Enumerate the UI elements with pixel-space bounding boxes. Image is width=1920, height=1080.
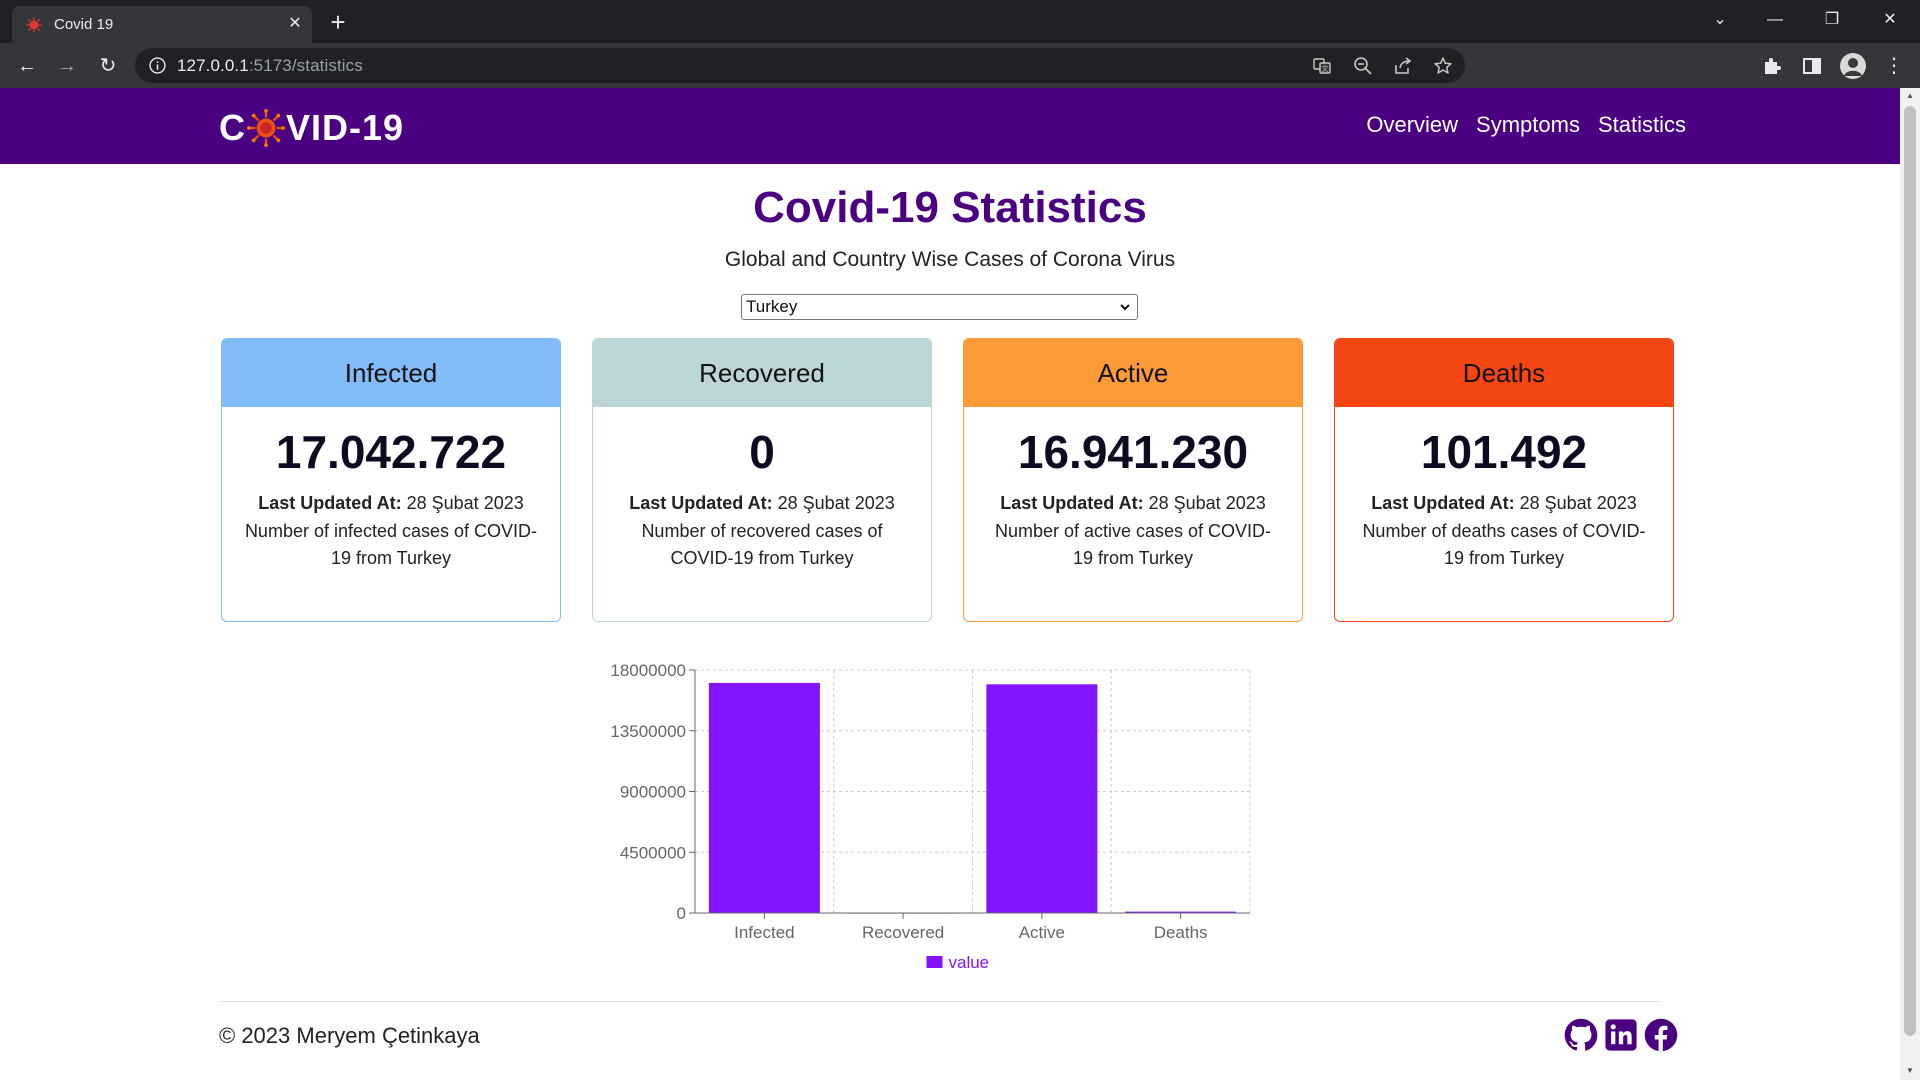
close-window-button[interactable]: ✕ [1870,6,1910,34]
site-info-icon[interactable] [149,57,166,74]
card-description: Number of active cases of COVID-19 from … [994,521,1272,568]
country-select-value: Turkey [746,297,798,316]
facebook-icon[interactable] [1644,1018,1678,1052]
scroll-down-arrow-icon[interactable]: ▼ [1905,1066,1915,1076]
card-updated: Last Updated At: 28 Şubat 2023 [222,493,560,514]
card-description: Number of infected cases of COVID-19 fro… [244,521,538,568]
browser-toolbar: ← → ↻ 127.0.0.1:5173/statistics 文 ⋮ [0,43,1920,88]
virus-favicon-icon [26,17,42,33]
linkedin-icon[interactable] [1604,1018,1638,1052]
nav-link-statistics[interactable]: Statistics [1598,112,1686,138]
country-select[interactable]: Turkey [741,294,1138,320]
x-tick-label: Deaths [1154,923,1208,942]
scrollbar-thumb[interactable] [1904,106,1916,1036]
extensions-icon[interactable] [1761,55,1783,77]
y-tick-label: 13500000 [610,722,686,741]
deaths-card: Deaths 101.492 Last Updated At: 28 Şubat… [1334,338,1674,622]
tab-close-icon[interactable]: ✕ [284,13,306,35]
bookmark-star-icon[interactable] [1433,56,1453,76]
card-value: 0 [749,426,775,478]
card-updated: Last Updated At: 28 Şubat 2023 [964,493,1302,514]
updated-label: Last Updated At: [1000,493,1144,513]
new-tab-button[interactable]: + [324,9,352,37]
bar-chart-svg: 0 4500000 9000000 13500000 18000000 Infected R… [610,661,1251,972]
page-subtitle: Global and Country Wise Cases of Corona … [724,248,1176,271]
page-title: Covid-19 Statistics [753,183,1147,232]
updated-date: 28 Şubat 2023 [1519,493,1637,513]
recovered-card: Recovered 0 Last Updated At: 28 Şubat 20… [592,338,932,622]
legend-swatch [926,956,943,968]
translate-icon[interactable]: 文 [1312,56,1332,76]
browser-tab[interactable]: Covid 19 ✕ [12,6,312,43]
profile-avatar-icon[interactable] [1839,52,1867,80]
card-title: Deaths [1335,339,1673,407]
nav-link-overview[interactable]: Overview [1366,112,1458,138]
x-tick-label: Infected [734,923,795,942]
nav-link-symptoms[interactable]: Symptoms [1476,112,1580,138]
side-panel-icon[interactable] [1801,55,1823,77]
zoom-out-icon[interactable] [1353,56,1373,76]
minimize-button[interactable]: — [1755,6,1795,34]
back-icon[interactable]: ← [12,51,42,81]
updated-date: 28 Şubat 2023 [406,493,524,513]
logo-text-right: VID-19 [286,107,405,148]
card-value: 101.492 [1420,426,1588,478]
y-tick-label: 4500000 [620,843,686,862]
card-title: Active [964,339,1302,407]
card-updated: Last Updated At: 28 Şubat 2023 [1335,493,1673,514]
updated-label: Last Updated At: [629,493,773,513]
card-updated: Last Updated At: 28 Şubat 2023 [593,493,931,514]
infected-card: Infected 17.042.722 Last Updated At: 28 … [221,338,561,622]
address-bar[interactable]: 127.0.0.1:5173/statistics 文 [135,48,1465,83]
virus-logo-icon [247,109,285,147]
browser-tabstrip: Covid 19 ✕ + ⌄ — ❐ ✕ [0,0,1920,43]
legend-label: value [949,953,990,972]
updated-date: 28 Şubat 2023 [777,493,895,513]
card-description: Number of recovered cases of COVID-19 fr… [641,521,883,568]
scroll-up-arrow-icon[interactable]: ▲ [1905,91,1915,101]
y-tick-label: 9000000 [620,783,686,802]
footer-divider [219,1001,1661,1002]
page-content: C VID-19 Overview Symptoms Statistics Co… [0,88,1900,1080]
url-path: :5173/statistics [248,56,363,75]
forward-icon[interactable]: → [52,51,82,81]
chevron-down-icon [1120,304,1130,311]
updated-date: 28 Şubat 2023 [1148,493,1266,513]
reload-icon[interactable]: ↻ [93,51,123,81]
x-tick-label: Recovered [862,923,944,942]
tab-search-icon[interactable]: ⌄ [1700,6,1740,34]
restore-button[interactable]: ❐ [1812,6,1852,34]
logo-text-left: C [219,107,246,148]
tab-title: Covid 19 [54,16,114,33]
updated-label: Last Updated At: [258,493,402,513]
card-value: 16.941.230 [1017,426,1249,478]
footer-copyright: © 2023 Meryem Çetinkaya [219,1023,480,1048]
site-navbar: C VID-19 Overview Symptoms Statistics [0,88,1900,164]
url-host: 127.0.0.1 [177,56,249,75]
bar-infected [708,682,820,913]
github-icon[interactable] [1564,1018,1598,1052]
cases-bar-chart: 0 4500000 9000000 13500000 18000000 Infected R… [598,648,1258,998]
svg-text:文: 文 [1322,64,1329,73]
share-icon[interactable] [1393,56,1413,76]
card-value: 17.042.722 [275,426,507,478]
covid-logo[interactable]: C VID-19 [219,106,404,150]
page-scrollbar[interactable]: ▲ ▼ [1900,88,1920,1080]
url-text: 127.0.0.1:5173/statistics [177,56,363,76]
y-tick-label: 0 [677,904,686,923]
card-description: Number of deaths cases of COVID-19 from … [1362,521,1646,568]
active-card: Active 16.941.230 Last Updated At: 28 Şu… [963,338,1303,622]
updated-label: Last Updated At: [1371,493,1515,513]
y-tick-label: 18000000 [610,661,686,680]
menu-kebab-icon[interactable]: ⋮ [1879,51,1909,81]
bar-active [986,684,1098,913]
x-tick-label: Active [1019,923,1065,942]
card-title: Recovered [593,339,931,407]
nav-links: Overview Symptoms Statistics [1366,112,1686,138]
card-title: Infected [222,339,560,407]
